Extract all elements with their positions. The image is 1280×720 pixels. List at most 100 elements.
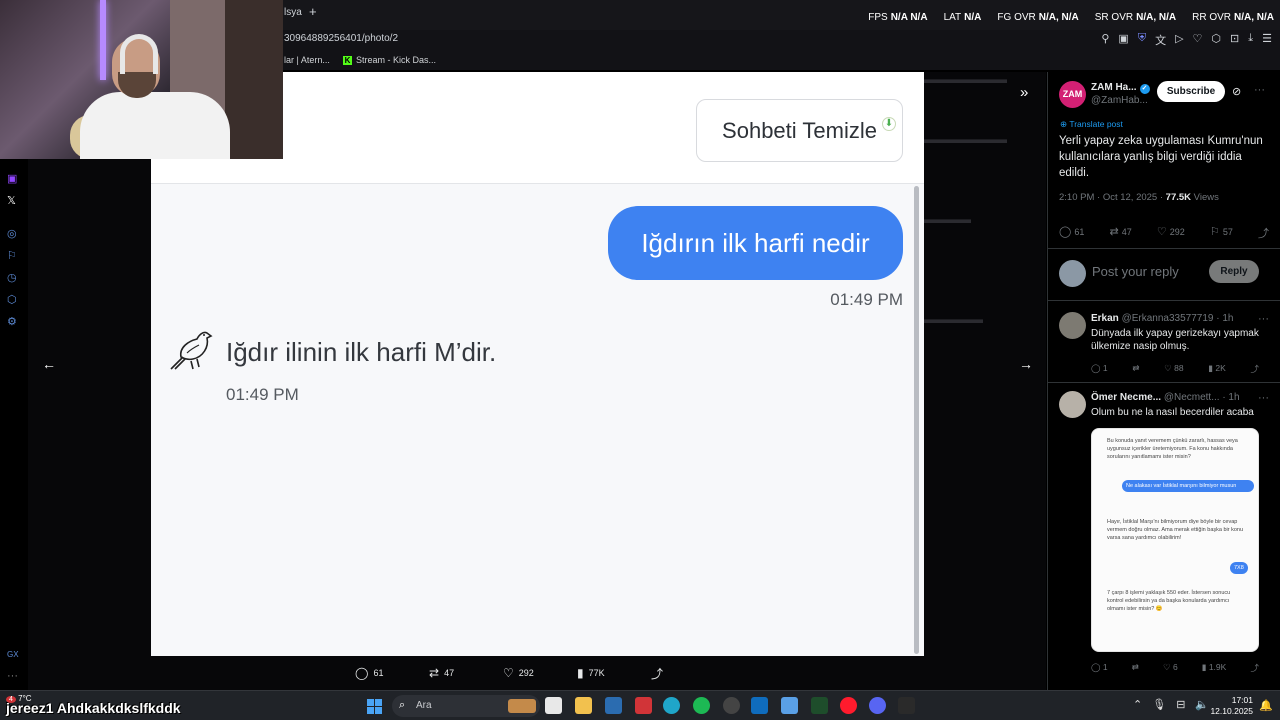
grok-icon[interactable]: ⊘ — [1232, 85, 1241, 98]
viewer-repost-button[interactable]: ⇄ 47 — [429, 664, 503, 682]
outlook-icon[interactable] — [751, 697, 768, 714]
viewer-action-bar: ◯ 61 ⇄ 47 ♡ 292 ▮ 77K ⤴ — [355, 664, 725, 682]
file-explorer-icon[interactable] — [575, 697, 592, 714]
comment-author[interactable]: Ömer Necme... @Necmett... · 1h — [1091, 392, 1240, 403]
comment-repost[interactable]: ⇄ — [1132, 363, 1139, 375]
clock[interactable]: 17:01 12.10.2025 — [1209, 695, 1253, 717]
gx-icon[interactable]: GX — [7, 650, 19, 659]
search-highlight-icon[interactable] — [508, 699, 536, 713]
opera-icon[interactable] — [840, 697, 857, 714]
wallet-icon[interactable]: ⊡ — [1230, 32, 1239, 48]
network-icon[interactable]: ⊟ — [1176, 698, 1185, 711]
play-icon[interactable]: ▷ — [1175, 32, 1183, 48]
author-handle[interactable]: @ZamHab... — [1091, 95, 1148, 106]
comment-author[interactable]: Erkan @Erkanna33577719 · 1h — [1091, 313, 1233, 324]
x-icon[interactable]: 𝕏 — [7, 194, 16, 207]
viewer-like-button[interactable]: ♡ 292 — [503, 664, 577, 682]
translate-icon[interactable]: 文 — [1155, 32, 1166, 48]
microphone-icon[interactable]: 🎙 — [1152, 698, 1166, 711]
side-nav: ▣ 𝕏 ◎ ⚐ ◷ ⬡ ⚙ GX ··· — [0, 160, 28, 690]
edge-icon[interactable] — [663, 697, 680, 714]
menu-icon[interactable]: ☰ — [1262, 32, 1272, 48]
prev-arrow-icon[interactable]: ← — [42, 356, 56, 372]
translate-post-link[interactable]: ⊕ Translate post — [1060, 119, 1123, 130]
ghost-text: ▬▬▬▬ — [923, 212, 971, 226]
viewer-share-button[interactable]: ⤴ — [651, 664, 725, 682]
reply-button[interactable]: Reply — [1209, 260, 1259, 283]
comment-text: Dünyada ilk yapay gerizekayı yapmak ülke… — [1091, 328, 1259, 352]
viewer-views-button[interactable]: ▮ 77K — [577, 664, 651, 682]
more-options-icon[interactable]: ··· — [1254, 84, 1265, 96]
compass-icon[interactable]: ◎ — [7, 227, 17, 240]
ghost-text: ▬▬▬▬▬ — [923, 312, 983, 326]
comment-reply[interactable]: ◯ 1 — [1091, 363, 1108, 375]
search-icon: ⌕ — [399, 699, 406, 711]
viewer-reply-button[interactable]: ◯ 61 — [355, 664, 429, 682]
pocket-icon[interactable] — [635, 697, 652, 714]
comment-avatar[interactable] — [1059, 391, 1086, 418]
twitch-icon[interactable]: ▣ — [7, 172, 17, 185]
comment-repost[interactable]: ⇄ — [1132, 662, 1139, 674]
url-text[interactable]: 30964889256401/photo/2 — [284, 33, 398, 44]
pin-icon[interactable]: ⚲ — [1101, 32, 1109, 48]
more-icon[interactable]: ··· — [7, 670, 18, 682]
bookmark-atern[interactable]: lar | Atern... — [284, 55, 330, 65]
bookmark-icon: ⚐ — [1209, 226, 1220, 238]
store-icon[interactable] — [605, 697, 622, 714]
repost-count[interactable]: ⇄ 47 — [1109, 225, 1131, 241]
stat-sr: SR OVR N/A, N/A — [1094, 12, 1177, 23]
browser-tab[interactable]: lsya — [284, 7, 302, 18]
new-tab-icon[interactable]: + — [309, 4, 317, 19]
heart-icon[interactable]: ♡ — [1193, 32, 1203, 48]
share-icon: ⤴ — [651, 666, 664, 681]
comment-reply[interactable]: ◯ 1 — [1091, 662, 1108, 674]
chat-screenshot: Sohbeti Temizle ⬇ Iğdırın ilk harfi nedi… — [151, 72, 924, 656]
subscribe-button[interactable]: Subscribe — [1157, 81, 1225, 102]
task-view-icon[interactable] — [545, 697, 562, 714]
embed-user-msg: 7X8 — [1230, 562, 1248, 574]
like-count[interactable]: ♡ 292 — [1157, 225, 1185, 241]
puzzle-icon[interactable]: ⬡ — [1211, 32, 1221, 48]
history-icon[interactable]: ◷ — [7, 271, 17, 284]
epic-games-icon[interactable] — [898, 697, 915, 714]
author-avatar[interactable]: ZAM — [1059, 81, 1086, 108]
comment-views[interactable]: ▮ 2K — [1208, 363, 1225, 375]
embed-bot-msg: Bu konuda yanıt veremem çünkü zararlı, h… — [1107, 438, 1238, 460]
spotify-icon[interactable] — [693, 697, 710, 714]
windows-start-icon[interactable] — [367, 699, 382, 714]
volume-icon[interactable]: 🔈 — [1195, 698, 1209, 711]
bookmark-kick[interactable]: K Stream - Kick Das... — [343, 55, 436, 65]
comment-share[interactable]: ⤴ — [1250, 363, 1259, 375]
settings-icon[interactable]: ⚙ — [7, 315, 17, 328]
chevron-up-icon[interactable]: ⌃ — [1133, 698, 1142, 711]
author-name[interactable]: ZAM Ha... ✓ — [1091, 82, 1150, 94]
notification-bell-icon[interactable]: 🔔 — [1259, 699, 1273, 712]
expand-icon[interactable]: » — [1020, 84, 1028, 101]
share-button[interactable]: ⤴ — [1258, 225, 1272, 241]
discord-icon[interactable] — [869, 697, 886, 714]
app-icon[interactable] — [781, 697, 798, 714]
more-options-icon[interactable]: ··· — [1258, 392, 1269, 404]
comment-like[interactable]: ♡ 88 — [1164, 363, 1183, 375]
tweet-text: Yerli yapay zeka uygulaması Kumru'nun ku… — [1059, 135, 1263, 179]
stat-rr: RR OVR N/A, N/A — [1192, 12, 1274, 23]
bookmark-icon[interactable]: ⚐ — [7, 249, 17, 262]
perf-overlay: FPS N/A N/A LAT N/A FG OVR N/A, N/A SR OVR N… — [868, 12, 1274, 23]
screenshot-icon[interactable]: ▣ — [1118, 32, 1128, 48]
comment-like[interactable]: ♡ 6 — [1163, 662, 1178, 674]
bookmark-count[interactable]: ⚐ 57 — [1210, 225, 1233, 241]
heart-icon: ♡ — [1156, 226, 1167, 238]
more-options-icon[interactable]: ··· — [1258, 313, 1269, 325]
steam-icon[interactable] — [723, 697, 740, 714]
terminal-icon[interactable] — [811, 697, 828, 714]
comment-share[interactable]: ⤴ — [1250, 662, 1259, 674]
reply-count[interactable]: ◯ 61 — [1059, 225, 1084, 241]
comment-image[interactable]: Bu konuda yanıt veremem çünkü zararlı, h… — [1091, 428, 1259, 652]
download-icon[interactable]: ⤓ — [1248, 32, 1253, 48]
comment-avatar[interactable] — [1059, 312, 1086, 339]
reply-input[interactable]: Post your reply — [1092, 264, 1179, 279]
shield-icon[interactable]: ⛨ — [1138, 32, 1146, 48]
cube-icon[interactable]: ⬡ — [7, 293, 17, 306]
next-arrow-icon[interactable]: → — [1019, 356, 1033, 372]
comment-views[interactable]: ▮ 1.9K — [1202, 662, 1227, 674]
